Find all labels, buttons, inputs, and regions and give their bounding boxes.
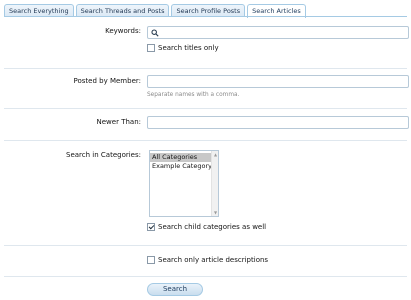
categories-label: Search in Categories: (66, 151, 141, 159)
descriptions-only-label: Search only article descriptions (158, 256, 269, 264)
keywords-label: Keywords: (105, 27, 141, 35)
section-divider (4, 245, 407, 246)
tab-divider (4, 16, 407, 17)
descriptions-only-option[interactable]: Search only article descriptions (147, 256, 268, 264)
titles-only-checkbox[interactable] (147, 44, 155, 52)
child-categories-checkbox[interactable] (147, 223, 155, 231)
search-icon (151, 29, 159, 37)
search-button[interactable]: Search (147, 283, 203, 296)
titles-only-label: Search titles only (158, 44, 219, 52)
keywords-field-wrapper (147, 26, 409, 39)
member-hint: Separate names with a comma. (147, 92, 240, 98)
newer-than-label: Newer Than: (96, 118, 141, 126)
section-divider (4, 68, 407, 69)
titles-only-option[interactable]: Search titles only (147, 44, 219, 52)
section-divider (4, 276, 407, 277)
scroll-up-icon[interactable]: ▲ (213, 152, 218, 157)
keywords-input[interactable] (148, 27, 408, 38)
member-field-wrapper (147, 75, 409, 88)
category-option-example[interactable]: Example Category (150, 162, 218, 171)
member-input[interactable] (148, 76, 408, 87)
section-divider (4, 108, 407, 109)
categories-listbox[interactable]: All Categories Example Category ▲ ▼ (149, 150, 219, 217)
descriptions-only-checkbox[interactable] (147, 256, 155, 264)
newer-than-input[interactable] (148, 117, 408, 128)
newer-than-field-wrapper (147, 116, 409, 129)
scroll-down-icon[interactable]: ▼ (213, 210, 218, 215)
child-categories-label: Search child categories as well (158, 223, 267, 231)
member-label: Posted by Member: (73, 77, 141, 85)
listbox-scrollbar[interactable]: ▲ ▼ (211, 151, 218, 216)
child-categories-option[interactable]: Search child categories as well (147, 223, 266, 231)
section-divider (4, 140, 407, 141)
category-option-all[interactable]: All Categories (150, 153, 218, 162)
